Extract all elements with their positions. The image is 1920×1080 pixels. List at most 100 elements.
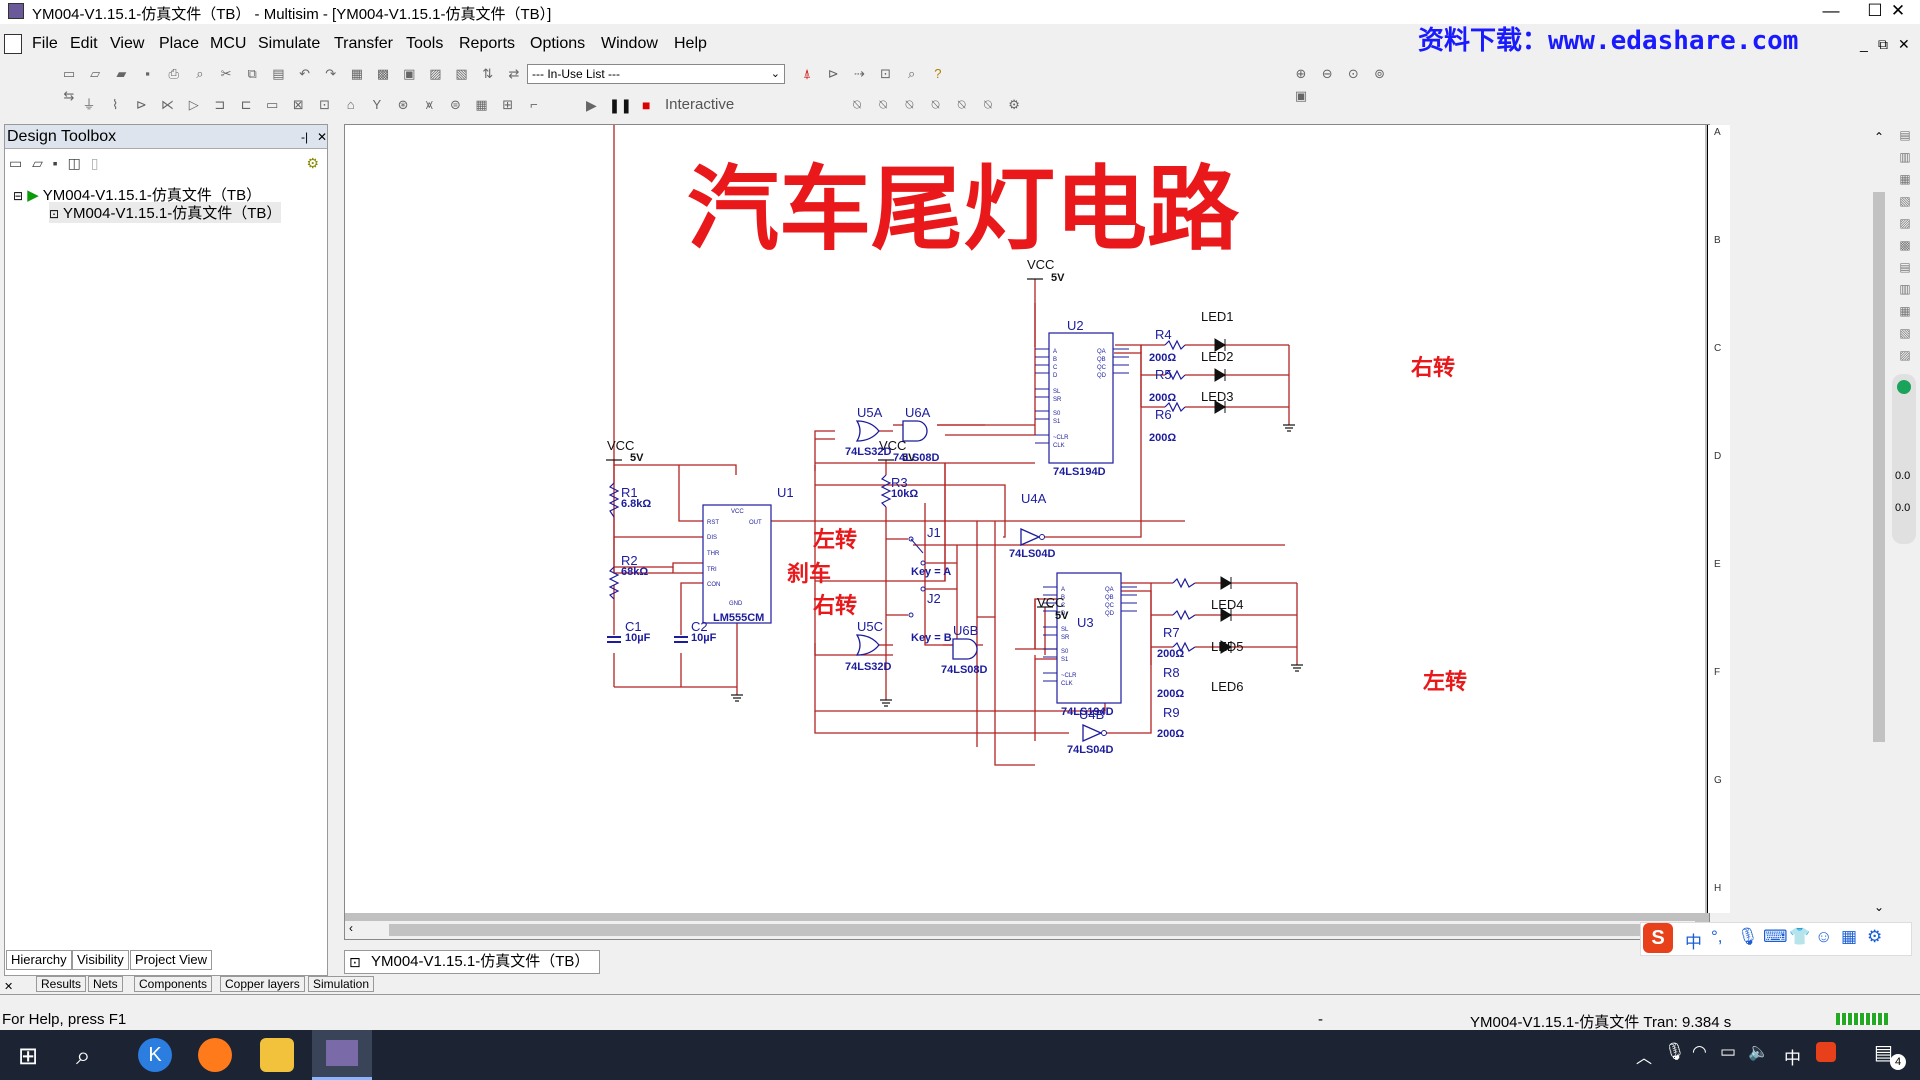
minimize-button[interactable]: —: [1808, 0, 1854, 24]
place-basic-icon[interactable]: ⌇: [106, 96, 124, 114]
u3-shift-register[interactable]: A B C D SL SR S0 S1 ~CLR CLK QA QB QC QD: [1043, 572, 1137, 704]
place-analog-icon[interactable]: ▷: [185, 96, 203, 114]
mdi-minimize-button[interactable]: _: [1860, 36, 1868, 52]
panel-pin-icon[interactable]: -|: [301, 125, 308, 149]
save-design-icon[interactable]: ▪: [53, 155, 58, 171]
postprocessor-icon[interactable]: ▧: [453, 65, 471, 83]
new-design-icon[interactable]: ▭: [9, 155, 22, 171]
forward-annotate-icon[interactable]: ⇆: [60, 87, 78, 105]
place-diode-icon[interactable]: ⊳: [132, 96, 150, 114]
horizontal-scroll-thumb[interactable]: [389, 924, 1659, 936]
file-explorer-icon[interactable]: [260, 1038, 294, 1072]
probe-settings-icon[interactable]: ⚙: [1005, 96, 1023, 114]
transfer-icon[interactable]: ⇢: [850, 65, 868, 83]
menu-view[interactable]: View: [110, 35, 144, 53]
tab-schematic-sheet[interactable]: ⊡ YM004-V1.15.1-仿真文件（TB）: [344, 950, 600, 974]
bus-icon[interactable]: ⌐: [525, 96, 543, 114]
place-source-icon[interactable]: ⏚: [80, 96, 98, 114]
copy-icon[interactable]: ⧉: [243, 65, 261, 83]
menu-options[interactable]: Options: [530, 35, 585, 53]
close-button[interactable]: ✕: [1876, 0, 1920, 24]
place-indicator-icon[interactable]: ⊡: [316, 96, 334, 114]
settings-icon[interactable]: ⚙: [306, 155, 319, 171]
place-mixed-icon[interactable]: ⊠: [289, 96, 307, 114]
search-icon[interactable]: ⌕: [76, 1040, 91, 1072]
menu-simulate[interactable]: Simulate: [258, 35, 320, 53]
ime-settings-icon[interactable]: ⚙: [1867, 927, 1882, 947]
place-electromechanical-icon[interactable]: ⊜: [446, 96, 464, 114]
iv-analyzer-icon[interactable]: ▨: [1890, 344, 1920, 366]
scroll-down-icon[interactable]: ⌄: [1874, 900, 1884, 914]
menu-tools[interactable]: Tools: [406, 35, 443, 53]
scroll-left-icon[interactable]: ‹: [349, 921, 353, 935]
schematic-sheet[interactable]: 汽车尾灯电路 RST DIS THR TRI CON GND VCC OUT A…: [345, 125, 1730, 913]
menu-transfer[interactable]: Transfer: [334, 35, 393, 53]
multimeter-icon[interactable]: ▤: [1890, 124, 1920, 146]
probe-differential-icon[interactable]: ⍉: [927, 96, 945, 114]
save-icon[interactable]: ▪: [139, 65, 157, 83]
u5c-or-gate[interactable]: [855, 634, 880, 656]
place-power-icon[interactable]: ⌂: [342, 96, 360, 114]
cut-icon[interactable]: ✂: [217, 65, 235, 83]
firefox-app-icon[interactable]: [198, 1038, 232, 1072]
toolbox-toggle-icon[interactable]: ▦: [348, 65, 366, 83]
led4-diode[interactable]: [1220, 576, 1232, 590]
tree-item-child[interactable]: ⊡ YM004-V1.15.1-仿真文件（TB）: [49, 202, 282, 223]
menu-place[interactable]: Place: [159, 35, 199, 53]
assistant-icon[interactable]: ☺: [1815, 927, 1832, 947]
open-folder-icon[interactable]: ▰: [112, 65, 130, 83]
probe-voltage-reference-icon[interactable]: ⍉: [953, 96, 971, 114]
j1-lever[interactable]: [910, 538, 924, 554]
u6a-and-gate[interactable]: [902, 420, 928, 442]
panel-close-icon[interactable]: ✕: [317, 125, 327, 149]
word-generator-icon[interactable]: ▥: [1890, 278, 1920, 300]
u6b-and-gate[interactable]: [952, 638, 978, 660]
multisim-app-icon[interactable]: [8, 3, 24, 19]
mdi-restore-button[interactable]: ⧉: [1878, 36, 1888, 53]
skin-icon[interactable]: 👕: [1789, 927, 1810, 947]
tab-nets[interactable]: Nets: [88, 976, 123, 992]
place-ttl-icon[interactable]: ⊐: [211, 96, 229, 114]
hierarchical-block-icon[interactable]: ⊞: [499, 96, 517, 114]
horizontal-scrollbar[interactable]: ‹: [345, 921, 1695, 939]
component-wizard-icon[interactable]: ⊡: [877, 65, 895, 83]
vertical-scroll-thumb[interactable]: [1873, 192, 1885, 742]
microphone-icon[interactable]: 🎙: [1737, 927, 1759, 947]
full-screen-icon[interactable]: ▣: [1292, 87, 1310, 105]
zoom-out-icon[interactable]: ⊖: [1318, 65, 1336, 83]
interactive-mode-label[interactable]: Interactive: [665, 96, 734, 113]
probe-icon[interactable]: ⍋: [798, 65, 816, 83]
place-cmos-icon[interactable]: ⊏: [237, 96, 255, 114]
tray-ime-indicator[interactable]: 中: [1784, 1044, 1801, 1069]
search-icon[interactable]: ⌕: [903, 65, 921, 83]
tray-network-icon[interactable]: ◠: [1692, 1042, 1707, 1062]
place-transistor-icon[interactable]: ⋉: [159, 96, 177, 114]
undo-icon[interactable]: ↶: [296, 65, 314, 83]
tray-battery-icon[interactable]: ▭: [1720, 1042, 1736, 1062]
tray-volume-icon[interactable]: 🔈: [1748, 1042, 1769, 1062]
logic-analyzer-icon[interactable]: ▧: [1890, 322, 1920, 344]
kugou-app-icon[interactable]: K: [138, 1038, 172, 1072]
tab-components[interactable]: Components: [134, 976, 213, 992]
print-icon[interactable]: ⎙: [165, 65, 183, 83]
led2-diode[interactable]: [1214, 368, 1226, 382]
menu-edit[interactable]: Edit: [70, 35, 98, 53]
oscilloscope-icon[interactable]: ▧: [1890, 190, 1920, 212]
analysis-icon[interactable]: ⊳: [824, 65, 842, 83]
collapse-icon[interactable]: ⊟: [13, 189, 23, 203]
scroll-up-icon[interactable]: ⌃: [1874, 130, 1884, 144]
new-subcircuit-icon[interactable]: ◫: [68, 155, 81, 171]
multisim-taskbar-button[interactable]: [312, 1030, 372, 1080]
zoom-area-icon[interactable]: ⊙: [1344, 65, 1362, 83]
toolbox-grid-icon[interactable]: ▦: [1841, 927, 1857, 947]
print-preview-icon[interactable]: ⌕: [191, 65, 209, 83]
tray-microphone-icon[interactable]: 🎙: [1664, 1042, 1686, 1062]
help-icon[interactable]: ?: [929, 65, 947, 83]
u5a-or-gate[interactable]: [855, 420, 880, 442]
r8-resistor[interactable]: [1172, 609, 1196, 621]
erc-icon[interactable]: ⇅: [479, 65, 497, 83]
schematic-canvas[interactable]: 汽车尾灯电路 RST DIS THR TRI CON GND VCC OUT A…: [344, 124, 1730, 940]
tab-results[interactable]: Results: [36, 976, 87, 992]
delete-design-icon[interactable]: ▯: [91, 155, 99, 171]
frequency-counter-icon[interactable]: ▤: [1890, 256, 1920, 278]
